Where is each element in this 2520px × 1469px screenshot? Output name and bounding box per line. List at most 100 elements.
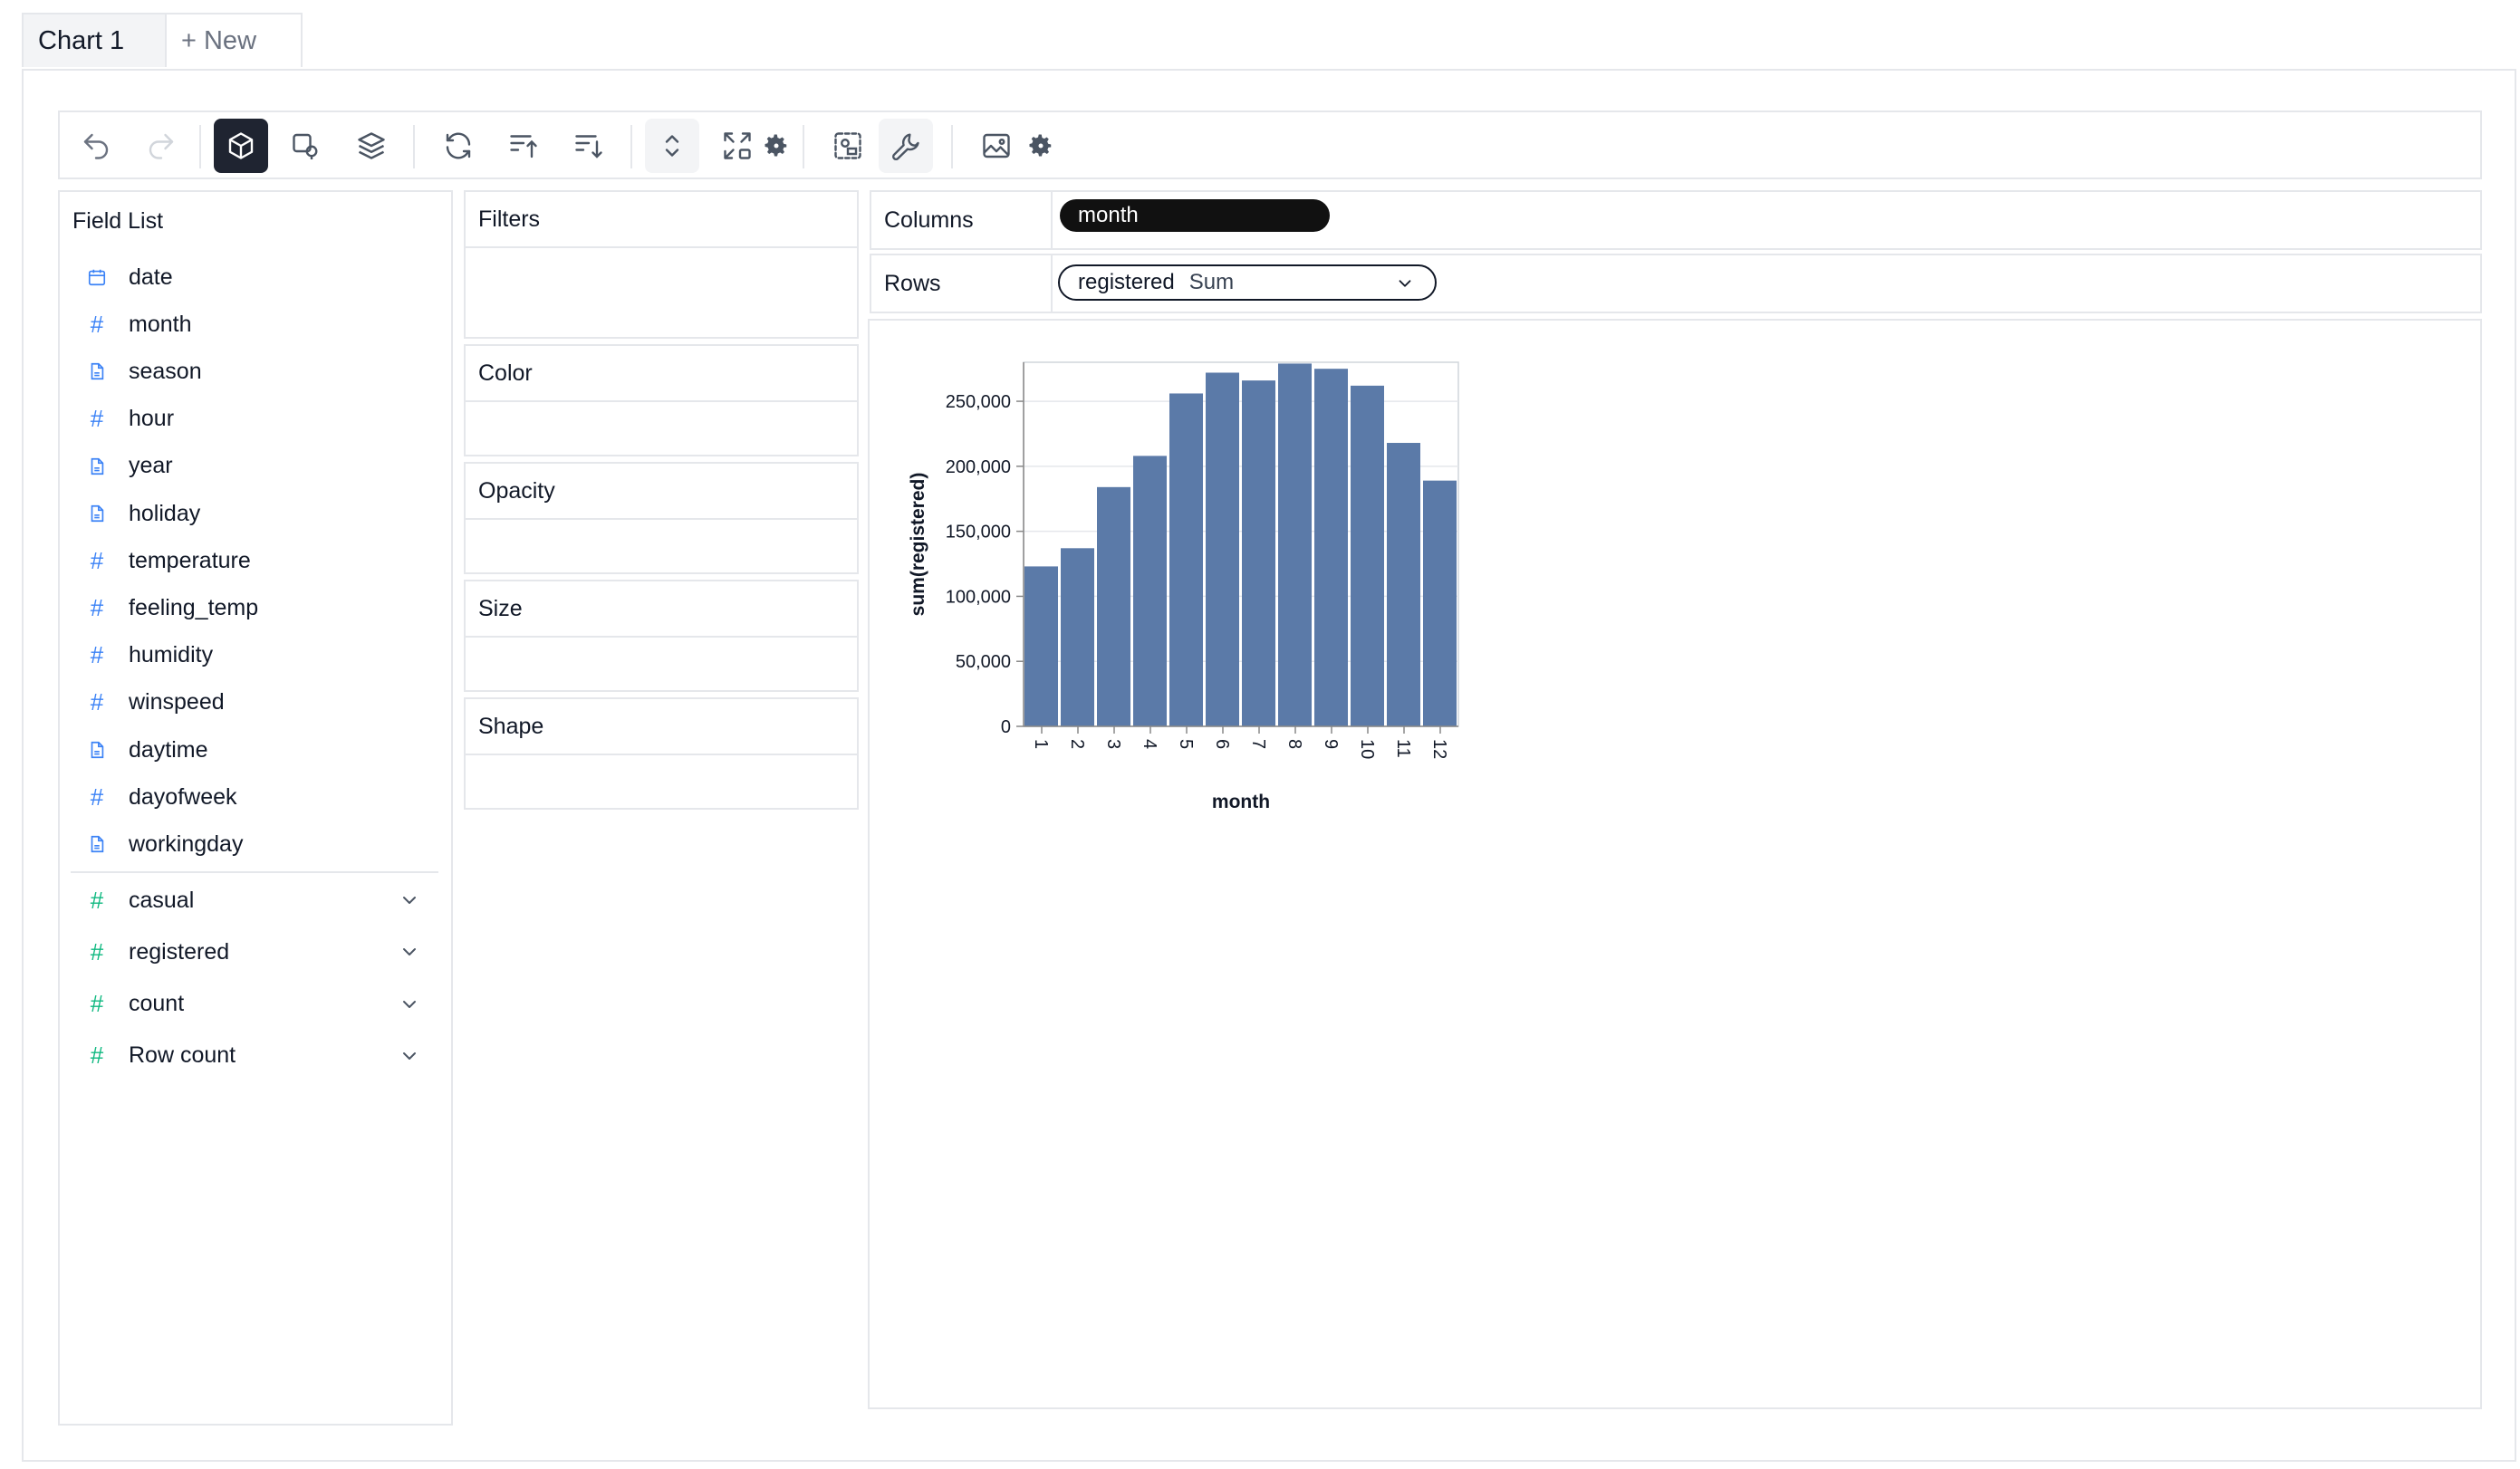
x-tick-label: 6 [1212, 739, 1232, 749]
shape-button[interactable] [279, 119, 333, 173]
hash-icon: # [90, 593, 104, 621]
field-item-humidity[interactable]: # humidity [87, 636, 213, 676]
bar [1278, 363, 1312, 726]
tab-label: + New [181, 25, 257, 55]
field-label: daytime [129, 736, 208, 763]
toolbar-divider [413, 125, 415, 168]
hash-icon: # [90, 688, 104, 716]
sort-asc-icon [510, 135, 537, 158]
export-image-button[interactable] [969, 119, 1024, 173]
image-icon [983, 133, 1010, 158]
measure-item-row-count[interactable]: # Row count [87, 1036, 236, 1076]
chevron-down-icon[interactable] [399, 889, 420, 911]
filters-shelf[interactable]: Filters [464, 190, 859, 339]
settings-icon[interactable] [763, 132, 790, 159]
pill-label: month [1078, 203, 1139, 227]
hash-icon: # [90, 990, 104, 1018]
shape-pin-icon [293, 133, 318, 159]
size-shelf[interactable]: Size [464, 580, 859, 692]
brush-select-icon [834, 132, 861, 159]
resize-icon [724, 132, 751, 159]
field-label: registered [129, 938, 230, 965]
brush-button[interactable] [821, 119, 875, 173]
field-item-daytime[interactable]: daytime [87, 730, 208, 770]
field-label: dayofweek [129, 783, 237, 810]
field-label: temperature [129, 547, 251, 573]
columns-field-pill[interactable]: month [1060, 199, 1330, 232]
field-item-month[interactable]: # month [87, 304, 192, 344]
field-item-temperature[interactable]: # temperature [87, 541, 251, 581]
bar [1061, 548, 1094, 726]
field-item-holiday[interactable]: holiday [87, 494, 200, 533]
document-icon [87, 456, 107, 476]
document-icon [87, 834, 107, 854]
field-item-season[interactable]: season [87, 351, 202, 391]
chevron-down-icon[interactable] [399, 941, 420, 963]
sort-descending-button[interactable] [562, 119, 616, 173]
transpose-button[interactable] [431, 119, 486, 173]
field-label: month [129, 311, 192, 337]
field-label: Row count [129, 1042, 236, 1069]
opacity-shelf[interactable]: Opacity [464, 462, 859, 574]
columns-label: Columns [871, 192, 1053, 248]
pill-label: registered [1078, 270, 1175, 294]
field-list-title: Field List [72, 208, 164, 234]
sort-desc-icon [575, 135, 602, 158]
chart-canvas: 0 50,000 100,000 150,000 200,000 250,000 1 2 3 4 5… [868, 319, 2482, 1409]
field-item-winspeed[interactable]: # winspeed [87, 683, 225, 723]
bar [1024, 566, 1058, 726]
shape-shelf[interactable]: Shape [464, 697, 859, 810]
field-label: year [129, 453, 173, 479]
bar [1351, 385, 1384, 726]
hash-icon: # [90, 310, 104, 338]
document-icon [87, 361, 107, 381]
bar [1097, 486, 1130, 726]
redo-icon [149, 133, 174, 159]
redo-button[interactable] [134, 119, 188, 173]
field-item-year[interactable]: year [87, 446, 173, 486]
field-label: workingday [129, 831, 244, 857]
chevron-down-icon[interactable] [399, 994, 420, 1015]
bar [1206, 372, 1239, 726]
y-tick-label: 100,000 [946, 587, 1011, 607]
rows-field-pill[interactable]: registered Sum [1058, 264, 1437, 301]
layers-button[interactable] [344, 119, 399, 173]
expand-collapse-icon [665, 135, 679, 157]
hash-icon: # [90, 937, 104, 965]
measure-item-count[interactable]: # count [87, 984, 184, 1024]
field-label: season [129, 358, 202, 384]
config-button[interactable] [879, 119, 933, 173]
field-item-feeling-temp[interactable]: # feeling_temp [87, 588, 258, 628]
layers-icon [358, 132, 385, 159]
y-tick-label: 150,000 [946, 523, 1011, 542]
calendar-icon [87, 267, 107, 287]
measure-item-registered[interactable]: # registered [87, 932, 229, 972]
color-shelf[interactable]: Color [464, 344, 859, 456]
hash-icon: # [90, 1042, 104, 1070]
x-tick-label: 9 [1321, 739, 1341, 749]
bar [1314, 369, 1348, 726]
toolbar-divider [630, 125, 632, 168]
sort-ascending-button[interactable] [496, 119, 551, 173]
x-tick-label: 4 [1140, 739, 1159, 749]
bar [1242, 380, 1275, 726]
undo-button[interactable] [69, 119, 123, 173]
measure-item-casual[interactable]: # casual [87, 880, 195, 920]
field-item-dayofweek[interactable]: # dayofweek [87, 777, 237, 817]
x-tick-label: 7 [1248, 739, 1268, 749]
tab-chart-1[interactable]: Chart 1 [22, 13, 167, 67]
new-tab-button[interactable]: + New [165, 13, 303, 67]
field-item-hour[interactable]: # hour [87, 399, 174, 439]
settings-icon[interactable] [1027, 132, 1054, 159]
field-item-date[interactable]: date [87, 257, 173, 297]
x-tick-label: 2 [1067, 739, 1087, 749]
x-tick-label: 5 [1176, 739, 1196, 749]
field-item-workingday[interactable]: workingday [87, 824, 243, 864]
field-label: count [129, 991, 185, 1017]
mark-type-button[interactable] [214, 119, 268, 173]
x-tick-label: 12 [1429, 739, 1449, 759]
stack-mode-button[interactable] [645, 119, 699, 173]
chevron-down-icon[interactable] [399, 1045, 420, 1067]
resize-button[interactable] [710, 119, 765, 173]
hash-icon: # [90, 546, 104, 574]
